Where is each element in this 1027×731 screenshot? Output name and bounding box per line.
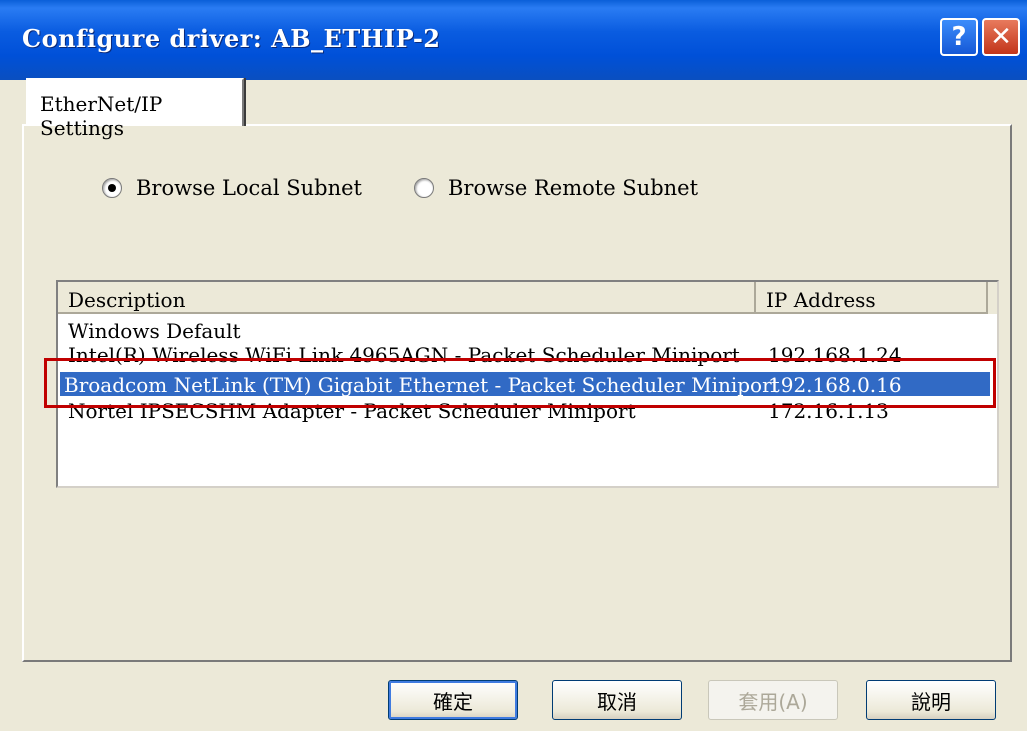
title-bar[interactable]: Configure driver: AB_ETHIP-2 ? ✕ [0,0,1027,80]
browse-remote-label: Browse Remote Subnet [448,176,699,200]
column-description[interactable]: Description [58,282,756,314]
radio-browse-remote[interactable] [414,178,434,198]
close-icon: ✕ [990,22,1012,52]
question-icon: ? [951,22,967,52]
radio-browse-local[interactable] [102,178,122,198]
column-ip-address[interactable]: IP Address [756,282,988,314]
browse-local-option[interactable]: Browse Local Subnet [102,176,362,200]
apply-button[interactable]: 套用(A) [708,680,838,720]
browse-remote-option[interactable]: Browse Remote Subnet [414,176,698,200]
row-description: Windows Default [68,319,241,343]
tab-ethernet-ip-settings[interactable]: EtherNet/IP Settings [26,78,244,140]
help-title-button[interactable]: ? [940,18,978,56]
list-item[interactable]: Windows Default [60,318,990,343]
browse-local-label: Browse Local Subnet [136,176,362,200]
window-title: Configure driver: AB_ETHIP-2 [22,24,441,53]
configure-driver-dialog: Configure driver: AB_ETHIP-2 ? ✕ EtherNe… [0,0,1027,731]
help-button[interactable]: 說明 [866,680,996,720]
close-button[interactable]: ✕ [982,18,1020,56]
ok-button[interactable]: 確定 [388,680,518,720]
annotation-highlight-box [44,358,996,408]
cancel-button[interactable]: 取消 [552,680,682,720]
list-header: Description IP Address [58,282,997,314]
